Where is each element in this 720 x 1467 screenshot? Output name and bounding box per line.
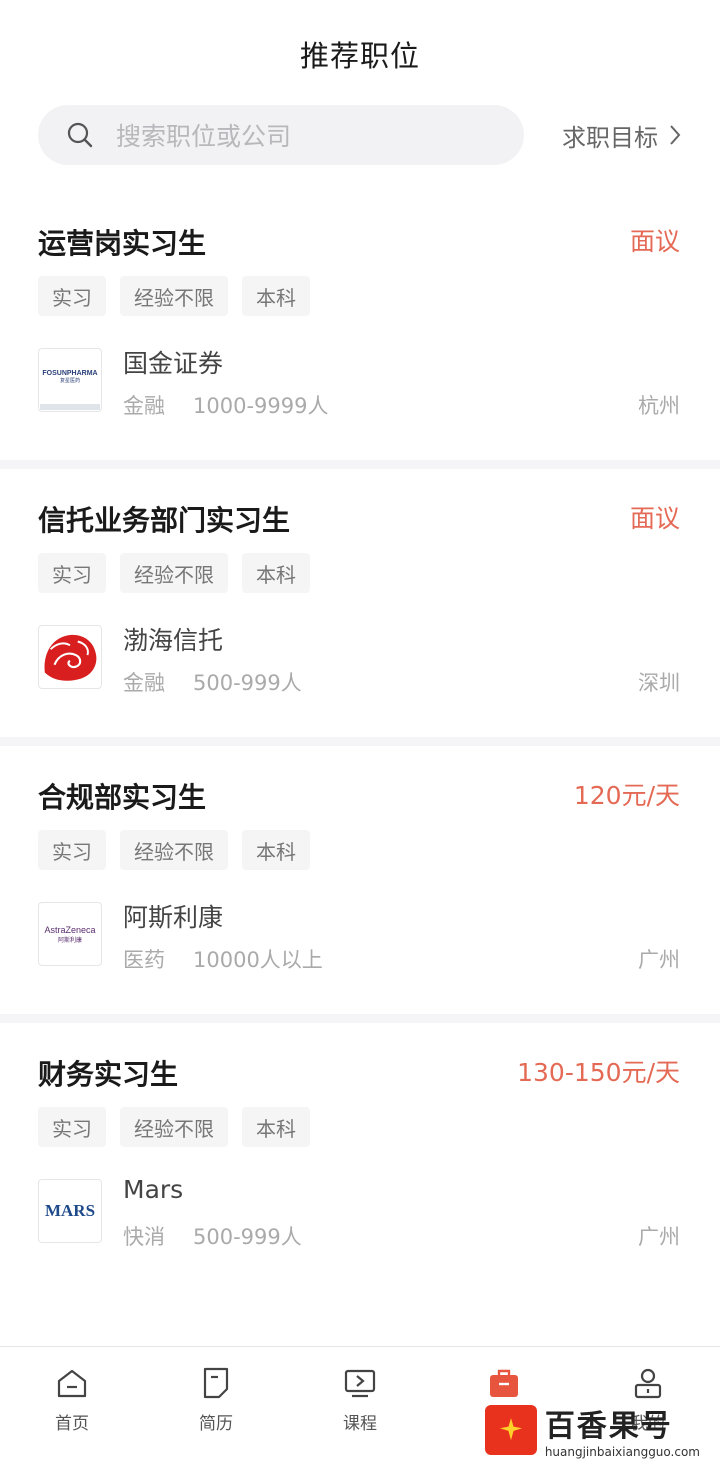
company-name: 国金证券	[123, 349, 224, 378]
job-title: 运营岗实习生	[38, 227, 207, 260]
job-city: 杭州	[638, 394, 680, 418]
job-list: 运营岗实习生 面议 实习 经验不限 本科 FOSUNPHARMA 复星医药 国金…	[0, 192, 720, 1291]
job-salary: 120元/天	[573, 781, 680, 810]
home-icon	[57, 1369, 87, 1398]
job-title: 合规部实习生	[38, 781, 207, 814]
company-size: 500-999人	[193, 1225, 302, 1249]
company-industry: 快消	[123, 1225, 165, 1249]
logo-subtext: 复星医药	[59, 378, 80, 384]
job-tags: 实习 经验不限 本科	[38, 1107, 310, 1147]
briefcase-icon	[490, 1369, 518, 1397]
job-tag: 实习	[38, 553, 106, 593]
job-city: 广州	[638, 1225, 680, 1249]
search-input[interactable]: 搜索职位或公司	[38, 105, 524, 165]
job-title: 财务实习生	[38, 1058, 179, 1091]
company-size: 500-999人	[193, 671, 302, 695]
job-tag: 经验不限	[120, 553, 228, 593]
logo-subtext: 阿斯利康	[57, 936, 82, 944]
company-name: Mars	[123, 1175, 184, 1204]
chevron-right-icon	[670, 125, 681, 145]
company-logo	[38, 625, 102, 689]
company-meta: 金融 1000-9999人	[123, 390, 328, 420]
job-tag: 本科	[242, 1107, 310, 1147]
job-tags: 实习 经验不限 本科	[38, 830, 310, 870]
job-tag: 本科	[242, 553, 310, 593]
divider	[0, 737, 720, 746]
tab-label: 首页	[55, 1414, 89, 1434]
watermark-title: 百香果号	[544, 1409, 673, 1444]
job-card[interactable]: 信托业务部门实习生 面议 实习 经验不限 本科 渤海信托 金融 500-999人…	[0, 469, 720, 737]
job-tag: 本科	[242, 276, 310, 316]
divider	[0, 1014, 720, 1023]
job-salary: 130-150元/天	[517, 1058, 680, 1087]
page-title: 推荐职位	[299, 39, 420, 73]
job-card[interactable]: 合规部实习生 120元/天 实习 经验不限 本科 AstraZeneca 阿斯利…	[0, 746, 720, 1014]
company-size: 1000-9999人	[193, 394, 329, 418]
star-icon	[499, 1418, 522, 1441]
job-goal-label: 求职目标	[562, 123, 658, 152]
job-tag: 实习	[38, 276, 106, 316]
job-tags: 实习 经验不限 本科	[38, 553, 310, 593]
search-icon	[67, 122, 93, 148]
logo-text: MARS	[44, 1201, 96, 1220]
job-goal-link[interactable]: 求职目标	[562, 118, 682, 153]
tab-home[interactable]: 首页	[0, 1347, 144, 1467]
job-tag: 实习	[38, 830, 106, 870]
divider	[0, 460, 720, 469]
tab-label: 简历	[199, 1414, 233, 1434]
bohai-trust-logo	[44, 634, 97, 681]
tab-label: 课程	[343, 1414, 377, 1434]
tab-resume[interactable]: 简历	[144, 1347, 288, 1467]
job-card[interactable]: 财务实习生 130-150元/天 实习 经验不限 本科 MARS Mars 快消…	[0, 1023, 720, 1291]
company-industry: 金融	[123, 671, 165, 695]
course-icon	[344, 1369, 376, 1398]
job-tags: 实习 经验不限 本科	[38, 276, 310, 316]
company-name: 阿斯利康	[123, 903, 224, 932]
job-tag: 经验不限	[120, 1107, 228, 1147]
company-industry: 金融	[123, 394, 165, 418]
job-city: 广州	[638, 948, 680, 972]
job-tag: 经验不限	[120, 830, 228, 870]
company-meta: 金融 500-999人	[123, 667, 302, 697]
job-tag: 本科	[242, 830, 310, 870]
tab-course[interactable]: 课程	[288, 1347, 432, 1467]
search-placeholder: 搜索职位或公司	[116, 122, 292, 151]
company-meta: 医药 10000人以上	[123, 944, 323, 974]
top-bar: 推荐职位	[0, 0, 720, 108]
company-logo: AstraZeneca 阿斯利康	[38, 902, 102, 966]
search-row: 搜索职位或公司 求职目标	[0, 105, 720, 165]
watermark-logo	[484, 1405, 537, 1455]
watermark-url: huangjinbaixiangguo.com	[544, 1445, 700, 1459]
job-tag: 实习	[38, 1107, 106, 1147]
job-salary: 面议	[629, 504, 680, 533]
resume-icon	[203, 1367, 229, 1399]
company-name: 渤海信托	[123, 626, 224, 655]
job-title: 信托业务部门实习生	[38, 504, 291, 537]
job-card[interactable]: 运营岗实习生 面议 实习 经验不限 本科 FOSUNPHARMA 复星医药 国金…	[0, 192, 720, 460]
logo-text: AstraZeneca	[44, 924, 96, 935]
company-meta: 快消 500-999人	[123, 1221, 302, 1251]
logo-text: FOSUNPHARMA	[42, 370, 98, 377]
job-city: 深圳	[638, 671, 680, 695]
company-size: 10000人以上	[193, 948, 323, 972]
profile-icon	[634, 1368, 662, 1399]
watermark: 百香果号 huangjinbaixiangguo.com	[484, 1401, 700, 1459]
company-logo: FOSUNPHARMA 复星医药	[38, 348, 102, 412]
job-tag: 经验不限	[120, 276, 228, 316]
company-logo: MARS	[38, 1179, 102, 1243]
watermark-text: 百香果号 huangjinbaixiangguo.com	[545, 1401, 700, 1459]
job-salary: 面议	[629, 227, 680, 256]
company-industry: 医药	[123, 948, 165, 972]
